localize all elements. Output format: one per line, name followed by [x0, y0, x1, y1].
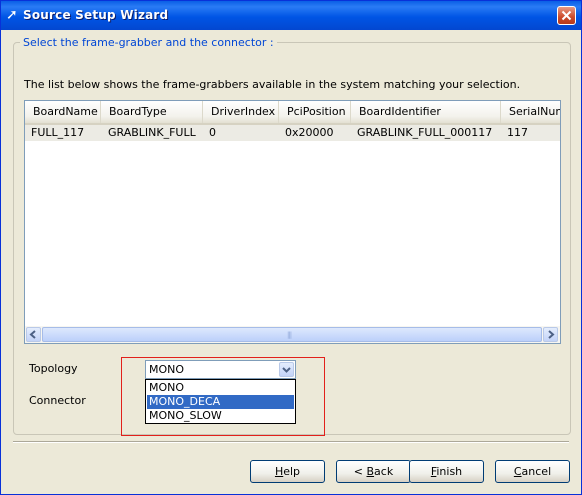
column-header-pciposition[interactable]: PciPosition	[279, 101, 351, 123]
board-list[interactable]: BoardName BoardType DriverIndex PciPosit…	[24, 100, 561, 344]
help-accelerator: H	[274, 465, 284, 478]
scroll-right-button[interactable]	[543, 327, 558, 342]
table-row[interactable]: FULL_117 GRABLINK_FULL 0 0x20000 GRABLIN…	[25, 125, 560, 141]
column-header-driverindex[interactable]: DriverIndex	[203, 101, 279, 123]
help-button[interactable]: Help	[250, 460, 325, 483]
column-header-boardname[interactable]: BoardName	[25, 101, 101, 123]
scroll-left-button[interactable]	[26, 327, 41, 342]
topology-dropdown-list[interactable]: MONO MONO_DECA MONO_SLOW	[145, 379, 296, 424]
cancel-button[interactable]: Cancel	[495, 460, 570, 483]
cancel-label: ancel	[521, 465, 552, 478]
back-accelerator: B	[366, 465, 375, 478]
list-header: BoardName BoardType DriverIndex PciPosit…	[25, 101, 560, 125]
cell-pciposition: 0x20000	[285, 126, 334, 139]
column-header-boardtype[interactable]: BoardType	[101, 101, 203, 123]
close-button[interactable]	[557, 6, 576, 25]
dropdown-button[interactable]	[279, 362, 294, 377]
cell-serialnum: 117	[507, 126, 528, 139]
description-text: The list below shows the frame-grabbers …	[24, 78, 521, 91]
finish-button[interactable]: Finish	[409, 460, 484, 483]
cell-driverindex: 0	[209, 126, 216, 139]
separator	[13, 441, 569, 443]
close-icon	[561, 10, 572, 21]
grip-icon: |||	[287, 331, 292, 339]
option-mono-deca[interactable]: MONO_DECA	[147, 395, 294, 409]
cancel-accelerator: C	[513, 465, 522, 478]
help-label: elp	[283, 465, 301, 478]
topology-value: MONO	[149, 363, 185, 376]
topology-label: Topology	[29, 362, 78, 375]
cell-boardidentifier: GRABLINK_FULL_000117	[357, 126, 493, 139]
back-label: ack	[374, 465, 394, 478]
column-header-serialnum[interactable]: SerialNum	[501, 101, 560, 123]
column-header-boardidentifier[interactable]: BoardIdentifier	[351, 101, 501, 123]
wizard-window: ➚ Source Setup Wizard Select the frame-g…	[0, 0, 582, 495]
option-mono-slow[interactable]: MONO_SLOW	[147, 409, 294, 423]
window-title: Source Setup Wizard	[23, 8, 169, 22]
horizontal-scrollbar[interactable]: |||	[25, 326, 560, 343]
title-bar[interactable]: ➚ Source Setup Wizard	[1, 1, 581, 30]
chevron-down-icon	[282, 367, 291, 373]
cell-boardtype: GRABLINK_FULL	[108, 126, 196, 139]
cell-boardname: FULL_117	[31, 126, 85, 139]
topology-select[interactable]: MONO	[145, 360, 296, 379]
chevron-left-icon	[29, 330, 36, 339]
wizard-icon: ➚	[6, 7, 18, 23]
scroll-thumb[interactable]: |||	[42, 327, 542, 342]
group-title: Select the frame-grabber and the connect…	[20, 36, 277, 49]
connector-label: Connector	[29, 394, 86, 407]
back-label-prefix: <	[353, 465, 367, 478]
option-mono[interactable]: MONO	[147, 381, 294, 395]
finish-label: inish	[436, 465, 463, 478]
back-button[interactable]: < Back	[336, 460, 411, 483]
chevron-right-icon	[548, 330, 555, 339]
